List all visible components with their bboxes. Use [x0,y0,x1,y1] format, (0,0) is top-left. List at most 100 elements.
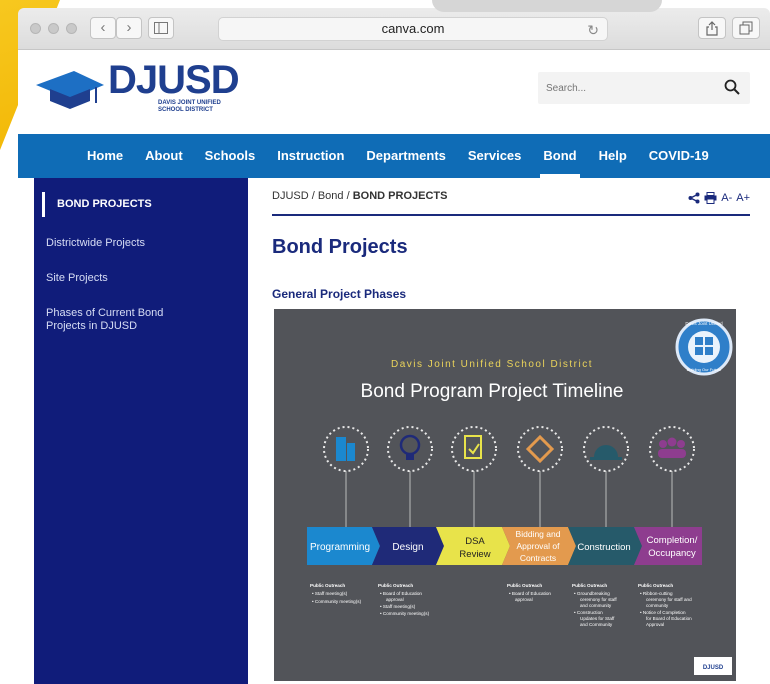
url-text: canva.com [381,21,445,36]
breadcrumb-current: BOND PROJECTS [352,190,448,202]
nav-schools[interactable]: Schools [194,134,267,178]
phase-design: Design [372,527,444,565]
section-sidebar: BOND PROJECTS Districtwide Projects Site… [34,178,248,684]
sidebar-item-site-projects[interactable]: Site Projects [34,272,248,285]
phase-label-construction: Construction [577,542,630,553]
phase-label-occupancy: Occupancy [648,548,696,559]
tabs-button[interactable] [732,17,760,39]
note-design-3: • Community meeting(s) [380,611,430,616]
phase-bidding: Bidding and Approval of Contracts [502,527,576,565]
font-increase-button[interactable]: A+ [736,192,750,204]
note-completion-2c: Approval [646,622,664,627]
seal-text: Davis Joint Unified [685,321,723,326]
note-completion-2a: • Notice of Completion [640,610,686,615]
district-seal-icon: Davis Joint Unified Building Our Future [675,318,733,376]
djusd-badge: DJUSD [694,657,732,675]
note-design-1b: approval [386,597,404,602]
timeline-title: Bond Program Project Timeline [361,381,624,402]
nav-help[interactable]: Help [588,134,638,178]
share-button[interactable] [698,17,726,39]
handshake-icon [517,426,563,527]
phase-notes: Public Outreach • Staff meeting(s) • Com… [310,583,692,627]
nav-instruction[interactable]: Instruction [266,134,355,178]
badge-text: DJUSD [703,665,724,671]
graduation-cap-icon [36,71,104,109]
reload-icon[interactable]: ↻ [587,19,599,41]
nav-about[interactable]: About [134,134,194,178]
note-completion-2b: for Board of Education [646,616,692,621]
close-window-button[interactable] [30,23,41,34]
sidebar-item-phases[interactable]: Phases of Current Bond Projects in DJUSD [34,307,204,333]
note-title-design: Public Outreach [378,583,413,588]
chevron-left-icon: ‹ [100,19,106,36]
breadcrumb-djusd[interactable]: DJUSD [272,190,309,202]
minimize-window-button[interactable] [48,23,59,34]
sidebar-icon [154,22,168,34]
browser-toolbar: ‹ › canva.com ↻ [18,8,770,50]
address-bar[interactable]: canva.com ↻ [218,17,608,41]
section-title: General Project Phases [272,287,407,301]
note-completion-1c: community [646,603,669,608]
breadcrumb-separator: / [308,190,318,202]
main-navigation: Home About Schools Instruction Departmen… [18,134,770,178]
sidebar-item-bond-projects[interactable]: BOND PROJECTS [42,192,248,217]
phase-label-bidding-3: Contracts [520,553,556,563]
phase-dsa-review: DSA Review [436,527,510,565]
sidebar-toggle-button[interactable] [148,17,174,39]
nav-covid-19[interactable]: COVID-19 [638,134,720,178]
phase-construction: Construction [568,527,642,565]
chevron-right-icon: › [126,19,132,36]
timeline-infographic: Davis Joint Unified Building Our Future … [274,309,736,681]
phase-label-bidding-2: Approval of [517,541,561,551]
print-icon[interactable] [704,192,717,204]
search-input[interactable] [538,72,708,104]
breadcrumb-bond[interactable]: Bond [318,190,344,202]
nav-home[interactable]: Home [76,134,134,178]
page-title: Bond Projects [272,236,408,258]
breadcrumb-bar: DJUSD / Bond / BOND PROJECTS A- A+ [272,178,750,216]
people-icon [649,426,695,527]
phase-completion: Completion/ Occupancy [634,527,702,565]
note-construction-1c: and community [580,603,612,608]
share-icon [706,21,718,36]
note-design-2: • Staff meeting(s) [380,604,416,609]
back-button[interactable]: ‹ [90,17,116,39]
phase-label-review: Review [459,549,490,560]
tabs-icon [739,21,753,35]
nav-bond[interactable]: Bond [532,134,587,178]
seal-subtext: Building Our Future [687,367,722,372]
phase-icons [323,426,695,527]
search-icon[interactable] [724,79,740,95]
site-logo[interactable]: DJUSD DAVIS JOINT UNIFIED SCHOOL DISTRIC… [34,60,240,114]
site-search [538,72,750,104]
zoom-window-button[interactable] [66,23,77,34]
logo-subtitle-line2: SCHOOL DISTRICT [158,107,213,113]
note-title-bidding: Public Outreach [507,583,542,588]
timeline-district: Davis Joint Unified School District [391,359,593,370]
site-header: DJUSD DAVIS JOINT UNIFIED SCHOOL DISTRIC… [18,50,770,134]
note-construction-2c: and Community [580,622,613,627]
forward-button[interactable]: › [116,17,142,39]
note-title-construction: Public Outreach [572,583,607,588]
phase-programming: Programming [307,527,380,565]
phase-label-completion: Completion/ [647,535,698,546]
lightbulb-icon [387,426,433,527]
note-construction-2b: Updates for Staff [580,616,615,621]
page-tools: A- A+ [688,192,750,204]
nav-services[interactable]: Services [457,134,533,178]
note-bidding-1a: • Board of Education [509,591,551,596]
breadcrumb: DJUSD / Bond / BOND PROJECTS [272,178,750,202]
font-decrease-button[interactable]: A- [721,192,732,204]
building-icon [323,426,369,527]
note-completion-1a: • Ribbon-cutting [640,591,673,596]
window-controls [30,23,77,34]
timeline-graphic: Davis Joint Unified Building Our Future … [307,318,733,675]
sidebar-item-districtwide-projects[interactable]: Districtwide Projects [34,237,248,250]
nav-departments[interactable]: Departments [355,134,456,178]
phase-label-dsa: DSA [465,536,485,547]
note-construction-1b: ceremony for staff [580,597,617,602]
share-icon[interactable] [688,192,700,204]
document-icon [451,426,497,527]
note-completion-1b: ceremony for staff and [646,597,692,602]
note-programming-2: • Community meeting(s) [312,599,362,604]
